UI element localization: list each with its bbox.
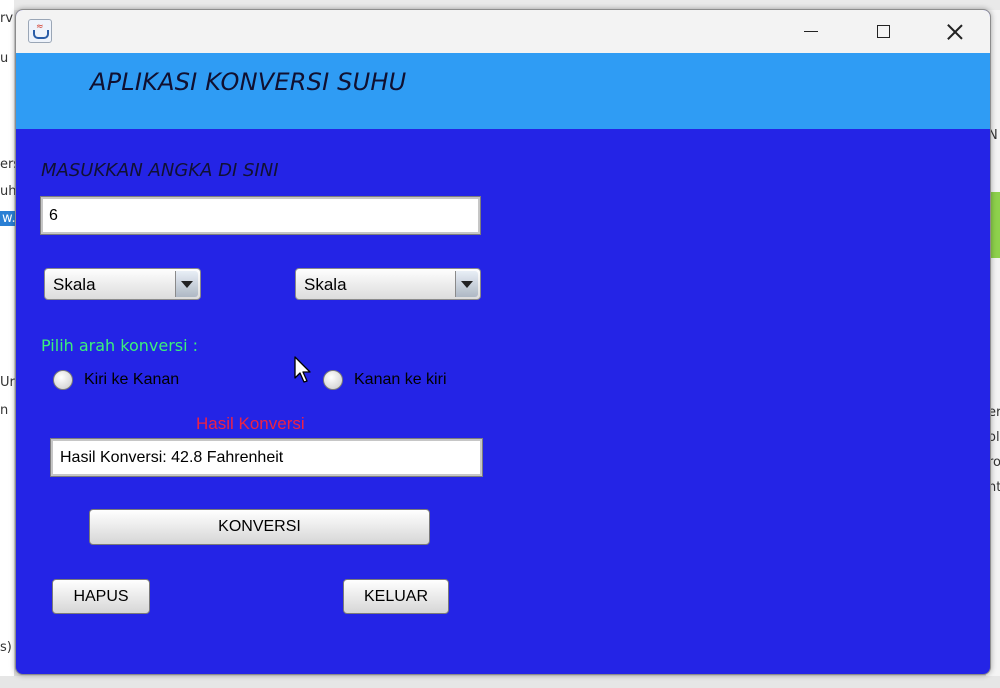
dropdown-arrow-button[interactable] [455,271,478,297]
scale-to-select[interactable]: Skala [295,268,481,300]
minimize-icon [804,30,818,33]
scale-to-value: Skala [304,275,347,294]
chevron-down-icon [461,280,473,288]
radio-right-label: Kanan ke kiri [354,371,447,388]
background-text: u [0,51,9,66]
app-title: APLIKASI KONVERSI SUHU [90,68,407,96]
header-banner: APLIKASI KONVERSI SUHU [16,53,990,129]
minimize-button[interactable] [776,10,846,53]
java-icon[interactable]: ≈ [28,19,52,43]
direction-label: Pilih arah konversi : [41,336,199,355]
scale-from-select[interactable]: Skala [44,268,201,300]
title-bar[interactable]: ≈ [16,10,990,53]
maximize-icon [876,25,890,38]
app-window: ≈ APLIKASI KONVERSI SUHU MASUKKAN ANGKA … [15,9,991,675]
radio-right-to-left[interactable]: Kanan ke kiri [323,368,447,392]
close-button[interactable] [920,10,990,53]
background-text: n [0,403,9,418]
scale-from-value: Skala [53,275,96,294]
dropdown-arrow-button[interactable] [175,271,198,297]
background-app-left [0,0,14,688]
chevron-down-icon [181,280,193,288]
radio-button-icon[interactable] [323,370,343,390]
mouse-pointer-icon [294,356,311,383]
maximize-button[interactable] [848,10,918,53]
radio-left-to-right[interactable]: Kiri ke Kanan [53,368,179,392]
input-label: MASUKKAN ANGKA DI SINI [41,160,279,181]
convert-button[interactable]: KONVERSI [89,509,430,545]
result-field[interactable]: Hasil Konversi: 42.8 Fahrenheit [50,438,483,477]
clear-button[interactable]: HAPUS [52,579,150,614]
result-label: Hasil Konversi [196,414,305,433]
background-text: s) [0,640,12,655]
close-icon [947,24,963,40]
exit-button[interactable]: KELUAR [343,579,449,614]
background-text: rv [0,11,14,26]
radio-button-icon[interactable] [53,370,73,390]
background-text: Ur [0,375,15,390]
background-text: uh [0,184,17,199]
background-strip [0,676,1000,688]
number-input[interactable] [40,196,481,235]
radio-left-label: Kiri ke Kanan [84,371,180,388]
